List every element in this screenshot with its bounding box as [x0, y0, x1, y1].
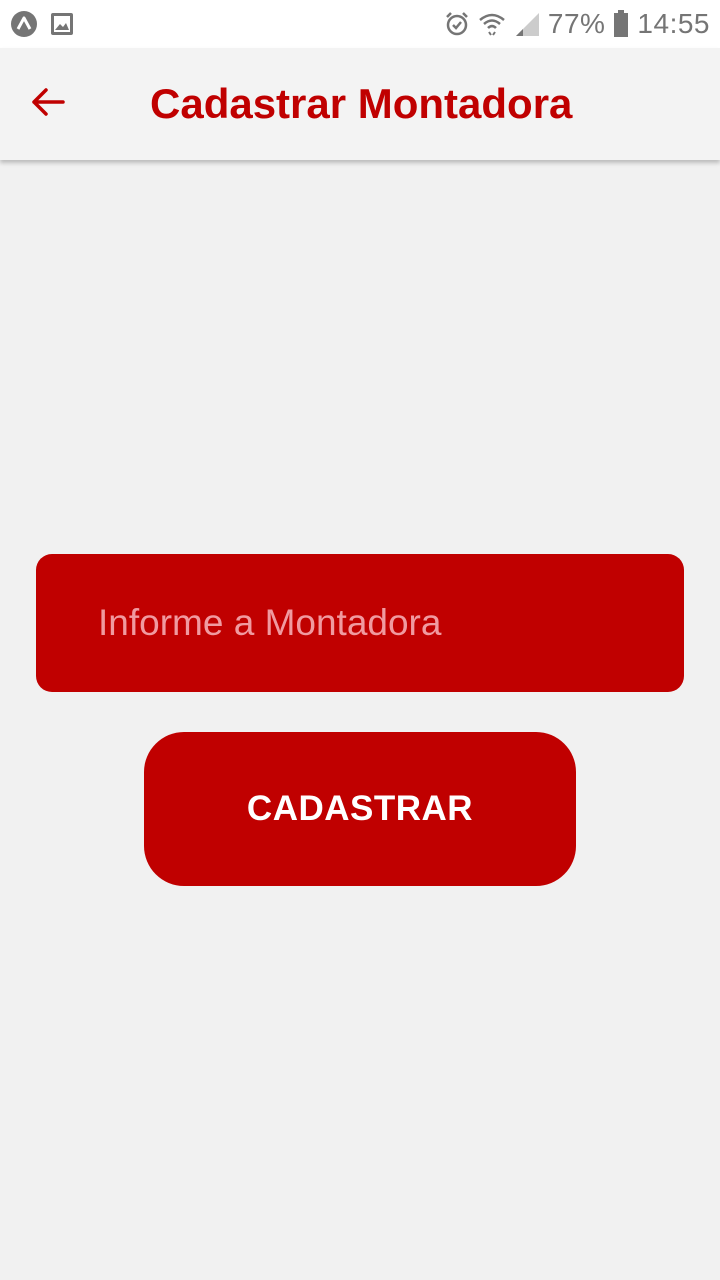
wifi-icon	[478, 11, 506, 37]
page-title: Cadastrar Montadora	[150, 80, 573, 127]
status-left	[10, 10, 86, 38]
app-bar: Cadastrar Montadora	[0, 48, 720, 160]
image-notification-icon	[50, 12, 74, 36]
status-bar: 77% 14:55	[0, 0, 720, 48]
cadastrar-button-label: CADASTRAR	[246, 789, 474, 828]
status-time: 14:55	[637, 8, 710, 39]
battery-percentage: 77%	[547, 8, 606, 39]
montadora-field-container	[36, 554, 684, 692]
arrow-left-icon	[31, 87, 65, 117]
montadora-input[interactable]	[36, 554, 684, 692]
app-launcher-icon	[10, 10, 38, 38]
signal-icon	[514, 11, 540, 37]
alarm-icon	[444, 11, 470, 37]
battery-icon	[613, 10, 629, 38]
back-button[interactable]	[22, 76, 74, 128]
main-content: CADASTRAR	[0, 160, 720, 1280]
status-right: 77% 14:55	[436, 8, 710, 40]
cadastrar-button[interactable]: CADASTRAR	[144, 732, 576, 886]
